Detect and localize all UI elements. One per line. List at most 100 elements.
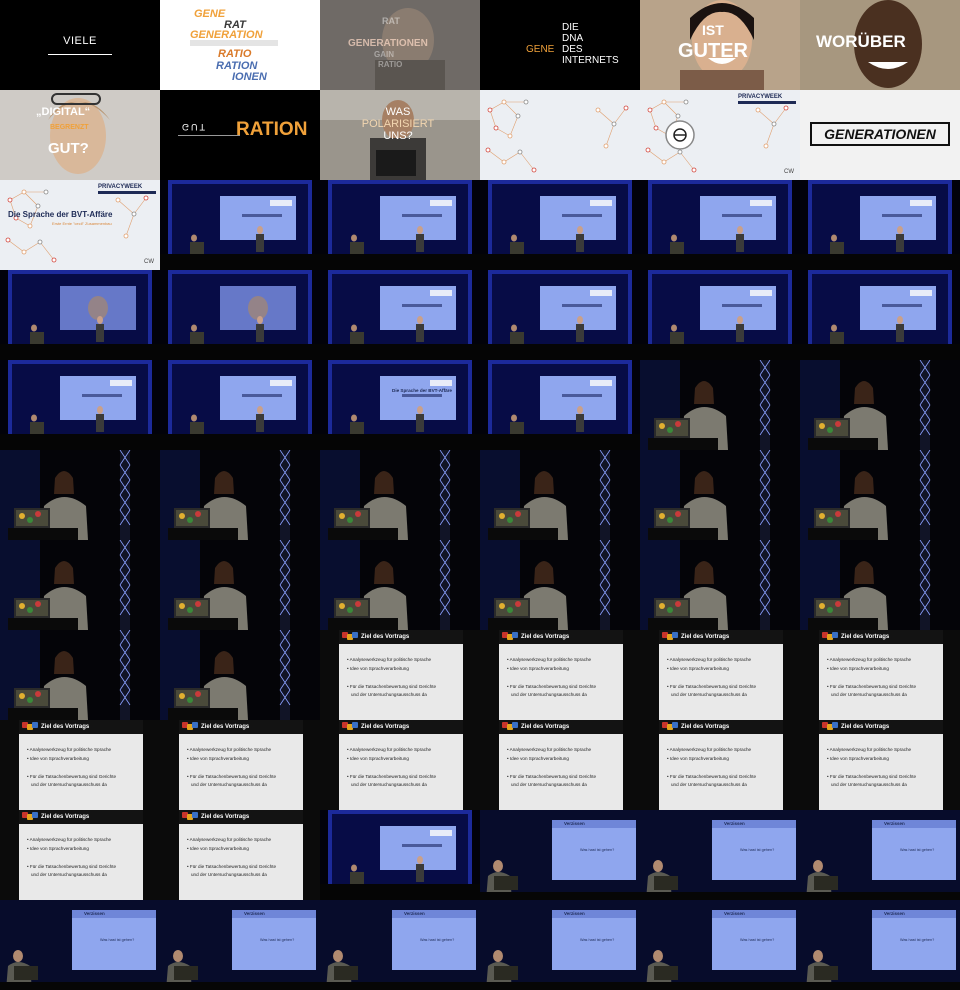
stage-scene	[320, 360, 480, 450]
word-polarisiert: POLARISIERT	[361, 118, 435, 130]
frame-stage	[320, 270, 480, 360]
frame-ist-guter: IST GUTER	[640, 0, 800, 90]
privacyweek-logo: PRIVACYWEEK	[98, 184, 156, 194]
frame-slide-ziel: Ziel des Vortrags Analysewerkzeug für po…	[640, 720, 800, 810]
ghost-gain: GAIN	[374, 50, 394, 59]
slide-header: Ziel des Vortrags	[19, 720, 143, 734]
veraisen-text: Was hast ist gehen?	[260, 938, 295, 942]
frame-viele: VIELE	[0, 0, 160, 90]
frame-slide-ziel: Ziel des Vortrags Analysewerkzeug für po…	[160, 720, 320, 810]
frame-stage-veraisen: Verzissen Was hast ist gehen?	[640, 900, 800, 990]
slide-bullet-3: Für die Tatsachenbewertung sind Gerichte	[347, 774, 436, 779]
slide-bullet-3: Für die Tatsachenbewertung sind Gerichte	[187, 774, 276, 779]
slide-bullet-2: Idee von Sprachverarbeitung	[347, 666, 409, 671]
slide-bullet-1: Analysewerkzeug für politische Sprache	[827, 747, 911, 752]
frame-slide-ziel: Ziel des Vortrags Analysewerkzeug für po…	[0, 810, 160, 900]
frame-stage	[160, 270, 320, 360]
stage-scene	[160, 180, 320, 270]
stage-veraisen-scene	[0, 900, 160, 990]
frame-slide-ziel: Ziel des Vortrags Analysewerkzeug für po…	[320, 720, 480, 810]
slide-title: Ziel des Vortrags	[681, 634, 730, 640]
frame-stage-veraisen: Verzissen Was hast ist gehen?	[160, 900, 320, 990]
generationen-box: GENERATIONEN	[810, 122, 950, 146]
veraisen-text: Was hast ist gehen?	[740, 848, 775, 852]
frame-stage-veraisen: Verzissen Was hast ist gehen?	[320, 900, 480, 990]
slide-ziel-des-vortrags: Ziel des Vortrags Analysewerkzeug für po…	[819, 630, 943, 720]
slide-ziel-des-vortrags: Ziel des Vortrags Analysewerkzeug für po…	[19, 720, 143, 810]
word-guter: GUTER	[678, 40, 748, 62]
word-gene: GENE	[526, 44, 555, 55]
word-ist: IST	[702, 22, 724, 38]
frame-speaker-closeup	[800, 450, 960, 540]
veraisen-text: Was hast ist gehen?	[100, 938, 135, 942]
speaker-scene	[640, 540, 800, 630]
veraisen-title: Verzissen	[884, 911, 905, 916]
slide-bullet-2: Idee von Sprachverarbeitung	[187, 846, 249, 851]
frame-slide-ziel: Ziel des Vortrags Analysewerkzeug für po…	[160, 810, 320, 900]
veraisen-title: Verzissen	[84, 911, 105, 916]
speaker-scene	[480, 450, 640, 540]
ghost-rat: RAT	[382, 16, 400, 26]
stage-veraisen-scene	[640, 900, 800, 990]
center-circle-icon	[665, 120, 695, 150]
frame-speaker-closeup	[160, 630, 320, 720]
frame-stage	[480, 270, 640, 360]
cw-logo: CW	[144, 259, 154, 265]
slide-ziel-des-vortrags: Ziel des Vortrags Analysewerkzeug für po…	[499, 630, 623, 720]
slide-bullet-2: Idee von Sprachverarbeitung	[507, 666, 569, 671]
frame-stage-veraisen: Verzissen Was hast ist gehen?	[800, 900, 960, 990]
slide-bullet-1: Analysewerkzeug für politische Sprache	[827, 657, 911, 662]
frame-speaker-closeup	[320, 540, 480, 630]
slide-title: Ziel des Vortrags	[521, 724, 570, 730]
frame-speaker-closeup	[640, 360, 800, 450]
frame-slide-ziel: Ziel des Vortrags Analysewerkzeug für po…	[640, 630, 800, 720]
frame-speaker-closeup	[160, 450, 320, 540]
frame-slide-ziel: Ziel des Vortrags Analysewerkzeug für po…	[800, 630, 960, 720]
network-graphic	[485, 99, 629, 173]
speaker-scene	[640, 450, 800, 540]
frame-dna: DIE DNA GENE DES INTERNETS	[480, 0, 640, 90]
frame-slide-ziel: Ziel des Vortrags Analysewerkzeug für po…	[480, 720, 640, 810]
slide-bullet-3: Für die Tatsachenbewertung sind Gerichte	[827, 774, 916, 779]
frame-stage	[160, 360, 320, 450]
slide-bullet-2: Idee von Sprachverarbeitung	[27, 756, 89, 761]
privacyweek-label: PRIVACYWEEK	[98, 184, 143, 190]
veraisen-title: Verzissen	[564, 911, 585, 916]
slide-logo-icon	[662, 722, 678, 732]
veraisen-title: Verzissen	[724, 911, 745, 916]
veraisen-title: Verzissen	[404, 911, 425, 916]
slide-ziel-des-vortrags: Ziel des Vortrags Analysewerkzeug für po…	[819, 720, 943, 810]
slide-logo-icon	[22, 812, 38, 822]
frame-speaker-closeup	[640, 450, 800, 540]
slide-bullet-2: Idee von Sprachverarbeitung	[187, 756, 249, 761]
stage-scene	[800, 270, 960, 360]
stage-scene	[160, 360, 320, 450]
slide-bullet-1: Analysewerkzeug für politische Sprache	[667, 747, 751, 752]
frame-slide-ziel: Ziel des Vortrags Analysewerkzeug für po…	[800, 720, 960, 810]
veraisen-title: Verzissen	[244, 911, 265, 916]
slide-bullet-2: Idee von Sprachverarbeitung	[667, 666, 729, 671]
slide-title: Ziel des Vortrags	[41, 724, 90, 730]
slide-ziel-des-vortrags: Ziel des Vortrags Analysewerkzeug für po…	[19, 810, 143, 900]
slide-bullet-3-cont: und der Untersuchungsausschuss da	[511, 692, 587, 697]
frame-stage	[160, 180, 320, 270]
slide-bullet-3-cont: und der Untersuchungsausschuss da	[191, 782, 267, 787]
slide-bullet-2: Idee von Sprachverarbeitung	[827, 756, 889, 761]
veraisen-text: Was hast ist gehen?	[580, 848, 615, 852]
slide-bullet-3: Für die Tatsachenbewertung sind Gerichte	[27, 864, 116, 869]
word-digital: „DIGITAL“	[36, 106, 91, 118]
frame-stage	[640, 180, 800, 270]
frame-slide-ziel: Ziel des Vortrags Analysewerkzeug für po…	[0, 720, 160, 810]
slide-logo-icon	[182, 812, 198, 822]
frame-stage	[320, 180, 480, 270]
speaker-scene	[800, 360, 960, 450]
slide-bullet-3: Für die Tatsachenbewertung sind Gerichte	[187, 864, 276, 869]
stage-veraisen-scene	[800, 900, 960, 990]
slide-bullet-3-cont: und der Untersuchungsausschuss da	[351, 782, 427, 787]
frame-stage-veraisen: Verzissen Was hast ist gehen?	[640, 810, 800, 900]
speaker-scene	[0, 540, 160, 630]
slide-header: Ziel des Vortrags	[339, 630, 463, 644]
word-gene: GENE	[194, 8, 226, 20]
slide-bullet-3-cont: und der Untersuchungsausschuss da	[831, 692, 907, 697]
stage-scene	[0, 270, 160, 360]
